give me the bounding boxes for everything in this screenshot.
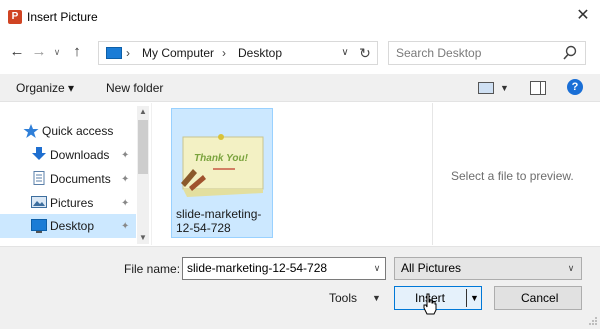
insert-split-divider — [466, 289, 467, 307]
breadcrumb-separator[interactable]: › — [222, 44, 226, 62]
desktop-icon — [31, 219, 47, 233]
preview-message: Select a file to preview. — [451, 169, 574, 183]
breadcrumb-desktop[interactable]: Desktop — [238, 45, 282, 61]
organize-menu[interactable]: Organize ▾ — [16, 80, 74, 96]
scroll-down-arrow[interactable]: ▼ — [137, 232, 149, 244]
monitor-icon — [106, 47, 122, 59]
scroll-thumb[interactable] — [138, 120, 148, 174]
document-icon — [33, 171, 45, 185]
preview-pane-divider — [540, 82, 541, 94]
file-name-dropdown[interactable]: ∨ — [370, 260, 384, 276]
nav-label: Downloads — [50, 148, 110, 162]
dialog-title: Insert Picture — [27, 10, 98, 24]
view-options-dropdown[interactable]: ▼ — [500, 80, 509, 96]
pin-icon[interactable]: ✦ — [121, 173, 129, 187]
help-icon[interactable]: ? — [567, 79, 583, 95]
nav-item-pictures[interactable]: Pictures ✦ — [0, 191, 136, 215]
address-dropdown-button[interactable]: ∨ — [338, 44, 352, 62]
back-button[interactable]: ← — [8, 42, 26, 62]
command-bar — [0, 74, 600, 102]
new-folder-button[interactable]: New folder — [106, 80, 163, 96]
nav-label: Documents — [50, 172, 111, 186]
pin-icon[interactable]: ✦ — [121, 149, 129, 163]
nav-item-desktop[interactable]: Desktop ✦ — [0, 214, 136, 238]
forward-button[interactable]: → — [30, 42, 48, 62]
pictures-icon — [31, 196, 47, 208]
pin-icon[interactable]: ✦ — [121, 220, 129, 234]
hand-cursor-icon — [423, 293, 437, 315]
breadcrumb-my-computer[interactable]: My Computer — [142, 45, 214, 61]
file-name-field-label: File name: — [124, 262, 181, 276]
view-options-icon[interactable] — [478, 82, 494, 94]
close-button[interactable]: ✕ — [573, 6, 593, 26]
star-icon — [23, 124, 39, 138]
preview-pane-icon[interactable] — [530, 81, 546, 95]
thumbnail-caption: Thank You! — [194, 153, 249, 164]
image-thumbnail: Thank You! — [181, 134, 264, 197]
file-type-dropdown[interactable]: ∨ — [564, 260, 578, 276]
powerpoint-app-icon: P — [8, 10, 22, 24]
file-name-label: slide-marketing-12-54-728 — [176, 207, 262, 235]
refresh-button[interactable]: ↻ — [356, 43, 374, 63]
recent-locations-button[interactable]: ∨ — [51, 45, 63, 59]
search-placeholder: Search Desktop — [396, 46, 482, 60]
resize-grip-icon[interactable] — [588, 316, 598, 326]
nav-label: Quick access — [42, 124, 114, 138]
up-button[interactable]: ↑ — [68, 41, 86, 63]
insert-dropdown-arrow[interactable]: ▼ — [470, 291, 479, 305]
tools-dropdown-arrow[interactable]: ▼ — [372, 291, 381, 305]
nav-item-documents[interactable]: Documents ✦ — [0, 167, 136, 191]
file-name-value[interactable]: slide-marketing-12-54-728 — [187, 261, 327, 275]
cancel-label[interactable]: Cancel — [521, 291, 558, 305]
breadcrumb-separator[interactable]: › — [126, 44, 130, 62]
scroll-up-arrow[interactable]: ▲ — [137, 106, 149, 118]
search-icon[interactable] — [562, 44, 578, 62]
tools-label[interactable]: Tools — [329, 291, 357, 305]
nav-label: Desktop — [50, 219, 95, 233]
nav-item-downloads[interactable]: Downloads ✦ — [0, 143, 136, 167]
nav-label: Pictures — [50, 196, 94, 210]
file-type-value[interactable]: All Pictures — [401, 261, 461, 275]
nav-item-quick-access[interactable]: Quick access — [0, 119, 136, 143]
pin-icon[interactable]: ✦ — [121, 197, 129, 211]
download-icon — [32, 147, 46, 160]
